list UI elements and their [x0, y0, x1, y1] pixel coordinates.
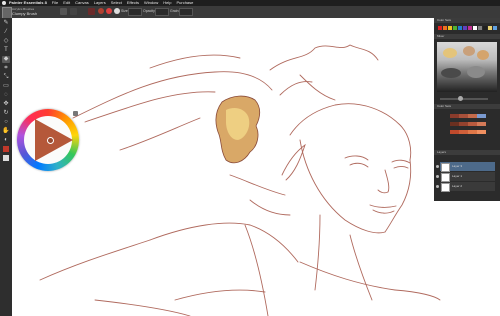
layer-row[interactable]: Layer 2: [440, 182, 495, 192]
visibility-eye-icon[interactable]: [436, 165, 439, 168]
line-art: [39, 44, 441, 316]
layer-thumbnail: [441, 183, 450, 192]
color-set-swatch[interactable]: [477, 130, 486, 134]
color-set-swatch[interactable]: [450, 130, 459, 134]
color-set-swatch[interactable]: [450, 122, 459, 126]
color-swatch[interactable]: [478, 26, 482, 30]
mixer-pad[interactable]: [437, 42, 497, 92]
paint-blob: [467, 66, 485, 78]
color-swatch[interactable]: [448, 26, 452, 30]
color-set-swatch[interactable]: [468, 130, 477, 134]
color-swatch[interactable]: [468, 26, 472, 30]
color-swatch[interactable]: [463, 26, 467, 30]
color-set-swatch[interactable]: [477, 114, 486, 118]
visibility-eye-icon[interactable]: [436, 185, 439, 188]
color-swatch[interactable]: [443, 26, 447, 30]
color-set-header[interactable]: Color Sets: [434, 18, 500, 23]
mixer-zoom-slider[interactable]: [440, 98, 488, 100]
color-swatch[interactable]: [473, 26, 477, 30]
layer-thumbnail: [441, 163, 450, 172]
layer-row[interactable]: Layer 3: [440, 162, 495, 172]
color-swatch[interactable]: [458, 26, 462, 30]
color-swatch[interactable]: [438, 26, 442, 30]
color-set-swatch[interactable]: [468, 122, 477, 126]
layer-name: Layer 3: [452, 164, 463, 168]
color-set-swatch[interactable]: [450, 114, 459, 118]
color-picker-handle[interactable]: [47, 137, 54, 144]
color-set-swatch[interactable]: [459, 122, 468, 126]
color-swatch[interactable]: [488, 26, 492, 30]
layer-row[interactable]: Layer 1: [440, 172, 495, 182]
paint-blob: [463, 46, 475, 56]
layers-header[interactable]: Layers: [434, 150, 500, 155]
paint-blob: [443, 48, 457, 58]
saturation-value-triangle[interactable]: [35, 119, 73, 161]
color-set-swatch[interactable]: [459, 130, 468, 134]
mixer-header[interactable]: Mixer: [434, 34, 500, 39]
color-sets-header[interactable]: Color Sets: [434, 104, 500, 109]
layer-thumbnail: [441, 173, 450, 182]
color-set-swatch[interactable]: [459, 114, 468, 118]
color-wheel-menu-icon[interactable]: [73, 111, 78, 116]
paint-blob: [441, 68, 461, 78]
color-wheel[interactable]: [17, 109, 79, 171]
color-swatch[interactable]: [493, 26, 497, 30]
visibility-eye-icon[interactable]: [436, 175, 439, 178]
mixer-zoom-knob[interactable]: [458, 96, 463, 101]
color-swatch[interactable]: [483, 26, 487, 30]
layer-name: Layer 2: [452, 184, 463, 188]
layer-name: Layer 1: [452, 174, 463, 178]
color-swatch[interactable]: [453, 26, 457, 30]
paint-blob: [477, 50, 489, 60]
color-set-swatch[interactable]: [468, 114, 477, 118]
color-set-swatch[interactable]: [477, 122, 486, 126]
